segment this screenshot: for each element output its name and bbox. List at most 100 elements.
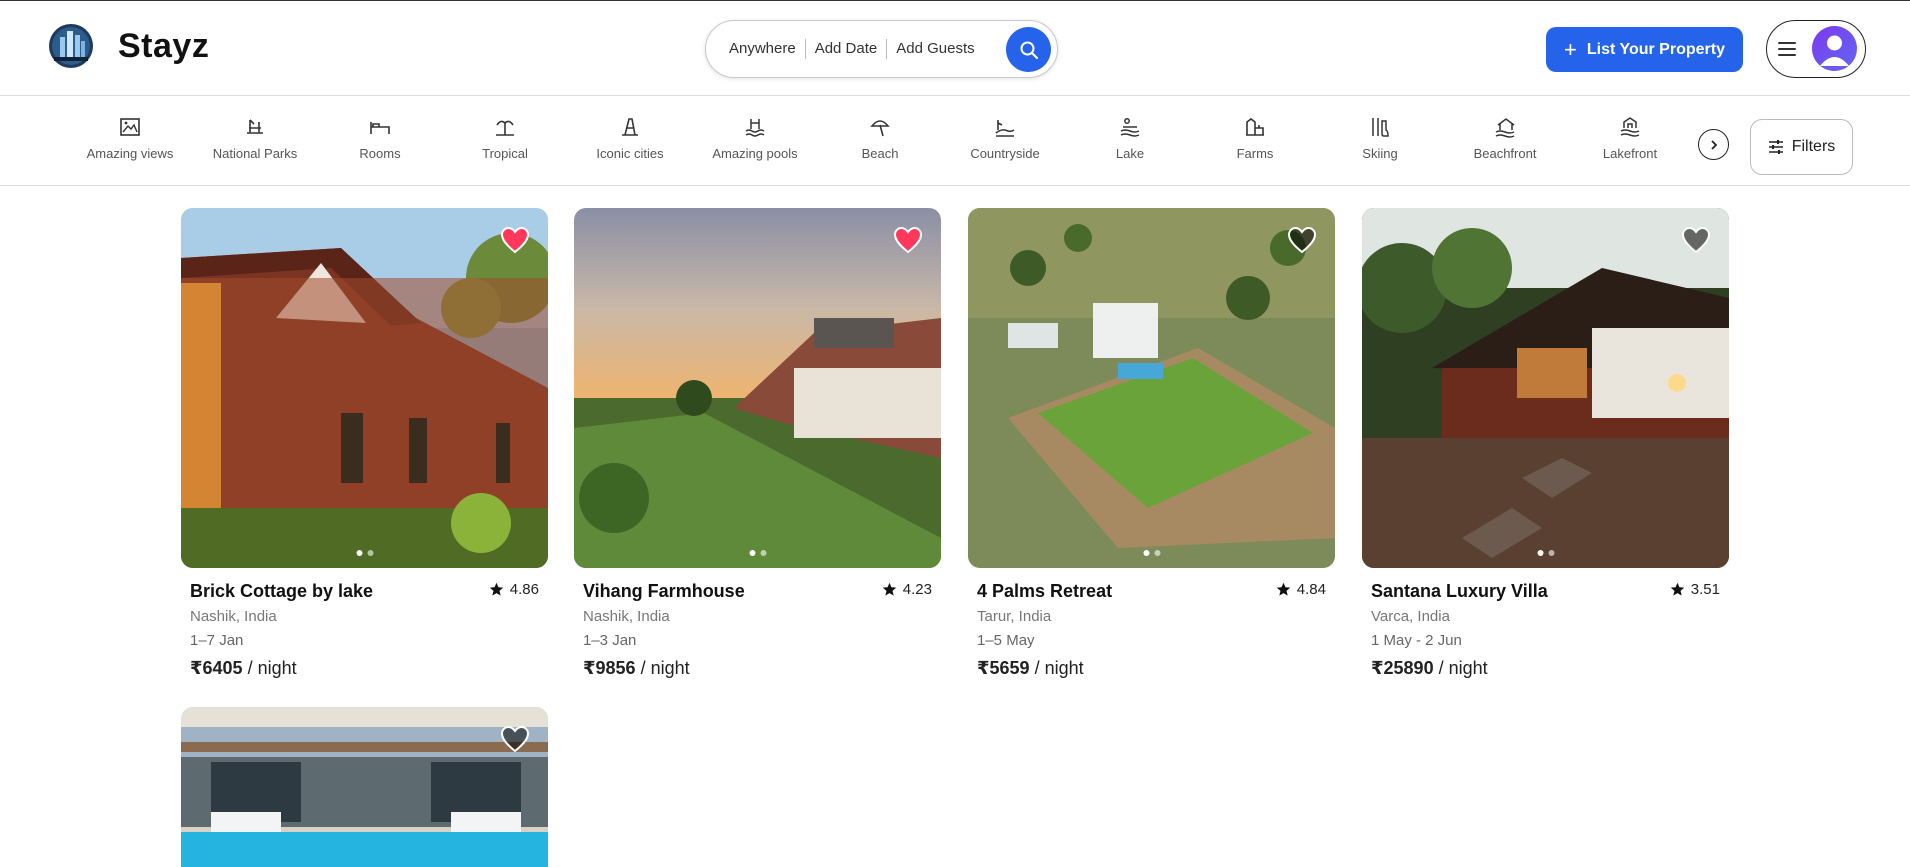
listing-price: ₹5659 / night [977, 658, 1326, 679]
category-iconic-cities[interactable]: Iconic cities [565, 116, 695, 161]
picture-frame-icon [120, 118, 140, 136]
palm-tree-icon [496, 120, 514, 136]
favorite-heart-icon[interactable] [1287, 226, 1317, 254]
category-label: Beachfront [1473, 146, 1537, 161]
listing-rating: 4.86 [489, 581, 539, 598]
category-tropical[interactable]: Tropical [440, 116, 570, 161]
price-unit: / night [1438, 658, 1488, 678]
sliders-icon [1768, 140, 1783, 154]
list-property-button[interactable]: + List Your Property [1546, 27, 1743, 72]
category-label: Countryside [970, 146, 1040, 161]
carousel-dots[interactable] [356, 550, 373, 556]
search-bar[interactable]: Anywhere Add Date Add Guests [705, 20, 1058, 78]
carousel-dots[interactable] [1537, 550, 1554, 556]
category-label: Farms [1236, 146, 1274, 161]
listing-photo[interactable] [181, 707, 548, 867]
listing-rating: 3.51 [1670, 581, 1720, 598]
favorite-heart-icon[interactable] [893, 226, 923, 254]
listing-photo[interactable] [181, 208, 548, 568]
listing-card[interactable]: Santana Luxury Villa 3.51 Varca, India 1… [1362, 208, 1729, 679]
price-amount: ₹9856 [583, 658, 636, 678]
listing-location: Nashik, India [583, 608, 670, 625]
price-unit: / night [1034, 658, 1084, 678]
listing-price: ₹9856 / night [583, 658, 932, 679]
star-icon [489, 582, 504, 596]
lake-icon [1120, 118, 1140, 137]
category-farms[interactable]: Farms [1190, 116, 1320, 161]
listing-dates: 1–5 May [977, 632, 1035, 649]
category-amazing-pools[interactable]: Amazing pools [690, 116, 820, 161]
hamburger-icon [1778, 42, 1796, 56]
listing-photo[interactable] [1362, 208, 1729, 568]
filters-button[interactable]: Filters [1750, 119, 1853, 175]
list-property-label: List Your Property [1586, 40, 1725, 58]
search-where[interactable]: Anywhere [720, 39, 805, 59]
umbrella-icon [870, 120, 890, 137]
favorite-heart-icon[interactable] [1681, 226, 1711, 254]
search-guests[interactable]: Add Guests [887, 39, 983, 59]
price-amount: ₹5659 [977, 658, 1030, 678]
category-label: Lake [1115, 146, 1145, 161]
listing-dates: 1–7 Jan [190, 632, 244, 649]
carousel-dots[interactable] [749, 550, 766, 556]
category-countryside[interactable]: Countryside [940, 116, 1070, 161]
search-button[interactable] [1006, 27, 1051, 72]
category-label: Skiing [1362, 146, 1398, 161]
category-lakefront[interactable]: Lakefront [1565, 116, 1695, 161]
star-icon [1276, 582, 1291, 596]
tower-icon [622, 118, 638, 136]
category-label: Tropical [482, 146, 528, 161]
listing-price: ₹25890 / night [1371, 658, 1720, 679]
listing-dates: 1 May - 2 Jun [1371, 632, 1462, 649]
carousel-dots[interactable] [1143, 550, 1160, 556]
search-date[interactable]: Add Date [806, 39, 887, 59]
listing-photo[interactable] [968, 208, 1335, 568]
avatar [1812, 26, 1857, 71]
bed-icon [370, 122, 390, 134]
category-beachfront[interactable]: Beachfront [1440, 116, 1570, 161]
category-label: Iconic cities [596, 146, 664, 161]
search-icon [1020, 41, 1038, 59]
category-amazing-views[interactable]: Amazing views [65, 116, 195, 161]
price-amount: ₹6405 [190, 658, 243, 678]
favorite-heart-icon[interactable] [500, 725, 530, 753]
user-menu-button[interactable] [1766, 20, 1866, 78]
rating-value: 4.86 [509, 581, 539, 598]
favorite-heart-icon[interactable] [500, 226, 530, 254]
rating-value: 3.51 [1690, 581, 1720, 598]
listing-card[interactable]: Vihang Farmhouse 4.23 Nashik, India 1–3 … [574, 208, 941, 679]
listing-price: ₹6405 / night [190, 658, 539, 679]
brand-name[interactable]: Stayz [118, 27, 209, 66]
listing-title[interactable]: Santana Luxury Villa [1371, 581, 1720, 602]
skiing-icon [1372, 118, 1389, 137]
listing-photo[interactable] [574, 208, 941, 568]
price-unit: / night [247, 658, 297, 678]
listing-card[interactable]: Brick Cottage by lake 4.86 Nashik, India… [181, 208, 548, 679]
chevron-right-icon [1710, 139, 1717, 150]
category-skiing[interactable]: Skiing [1315, 116, 1445, 161]
listing-title[interactable]: 4 Palms Retreat [977, 581, 1326, 602]
listing-card[interactable] [181, 707, 548, 867]
listing-title[interactable]: Brick Cottage by lake [190, 581, 539, 602]
listing-location: Nashik, India [190, 608, 277, 625]
category-bar: Amazing views National Parks Rooms Tropi… [0, 96, 1910, 186]
countryside-icon [995, 120, 1015, 137]
category-lake[interactable]: Lake [1065, 116, 1195, 161]
price-unit: / night [640, 658, 690, 678]
price-amount: ₹25890 [1371, 658, 1434, 678]
category-label: Beach [861, 146, 899, 161]
farm-icon [1246, 118, 1264, 136]
category-rooms[interactable]: Rooms [315, 116, 445, 161]
listing-title[interactable]: Vihang Farmhouse [583, 581, 932, 602]
listing-card[interactable]: 4 Palms Retreat 4.84 Tarur, India 1–5 Ma… [968, 208, 1335, 679]
listing-location: Varca, India [1371, 608, 1450, 625]
category-beach[interactable]: Beach [815, 116, 945, 161]
listing-rating: 4.84 [1276, 581, 1326, 598]
category-label: Amazing views [86, 146, 174, 161]
category-next-button[interactable] [1698, 129, 1729, 160]
listing-location: Tarur, India [977, 608, 1052, 625]
plus-icon: + [1564, 36, 1577, 62]
rating-value: 4.84 [1296, 581, 1326, 598]
logo-icon[interactable] [48, 23, 94, 69]
category-national-parks[interactable]: National Parks [190, 116, 320, 161]
